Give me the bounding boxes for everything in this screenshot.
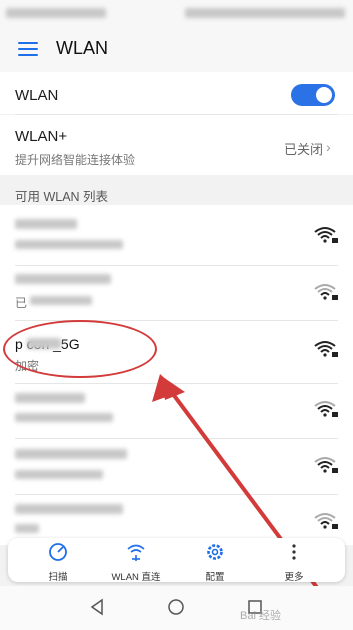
wifi-lock-icon [314, 341, 338, 357]
wlan-direct-label: WLAN 直连 [111, 572, 161, 583]
app-bar: WLAN [0, 26, 353, 72]
gear-icon [207, 544, 223, 560]
network-detail-blurred [15, 524, 39, 533]
wlan-plus-subtitle: 提升网络智能连接体验 [15, 153, 136, 167]
wlan-plus-status: 已关闭 [284, 142, 324, 157]
network-name-blurred [15, 274, 111, 284]
wifi-lock-icon [314, 284, 338, 300]
divider [15, 383, 338, 384]
scan-icon [49, 543, 67, 561]
config-label: 配置 [205, 572, 225, 583]
switch-knob [316, 87, 332, 103]
back-icon[interactable] [88, 598, 106, 616]
status-icons-right [185, 8, 345, 18]
network-detail-blurred [30, 296, 92, 305]
network-detail-blurred [15, 470, 103, 479]
divider [15, 265, 338, 266]
wlan-direct-button[interactable]: WLAN 直连 [106, 542, 166, 583]
wlan-plus-title: WLAN+ [15, 128, 68, 145]
more-button[interactable]: 更多 [264, 542, 324, 583]
network-detail-blurred [15, 240, 123, 249]
wifi-lock-icon [314, 227, 338, 243]
divider [15, 494, 338, 495]
network-name-blurred [15, 219, 77, 229]
highlight-ellipse [3, 320, 157, 378]
network-name-blurred [15, 393, 85, 403]
network-name-blurred [15, 504, 123, 514]
page-title: WLAN [56, 38, 109, 58]
status-bar [0, 0, 353, 26]
system-nav-bar [0, 586, 353, 630]
config-button[interactable]: 配置 [185, 542, 245, 583]
home-icon[interactable] [167, 598, 185, 616]
scan-button[interactable]: 扫描 [28, 542, 88, 583]
wifi-lock-icon [314, 457, 338, 473]
scan-label: 扫描 [48, 572, 68, 583]
menu-icon[interactable] [18, 42, 38, 56]
watermark: Bai 经验 [240, 610, 281, 622]
wifi-lock-icon [314, 513, 338, 529]
chevron-right-icon: › [326, 139, 331, 155]
wlan-direct-icon [127, 544, 145, 561]
wlan-switch[interactable] [291, 84, 335, 106]
wlan-label: WLAN [15, 87, 59, 104]
status-icons-left [6, 8, 106, 18]
bottom-toolbar: 扫描 WLAN 直连 配置 更多 [8, 538, 345, 583]
more-icon [292, 544, 296, 560]
network-detail: 已 [15, 296, 28, 310]
wifi-lock-icon [314, 401, 338, 417]
divider [15, 438, 338, 439]
network-name-blurred [15, 449, 127, 459]
network-detail-blurred [15, 413, 113, 422]
more-label: 更多 [284, 572, 304, 583]
section-header: 可用 WLAN 列表 [15, 190, 109, 204]
